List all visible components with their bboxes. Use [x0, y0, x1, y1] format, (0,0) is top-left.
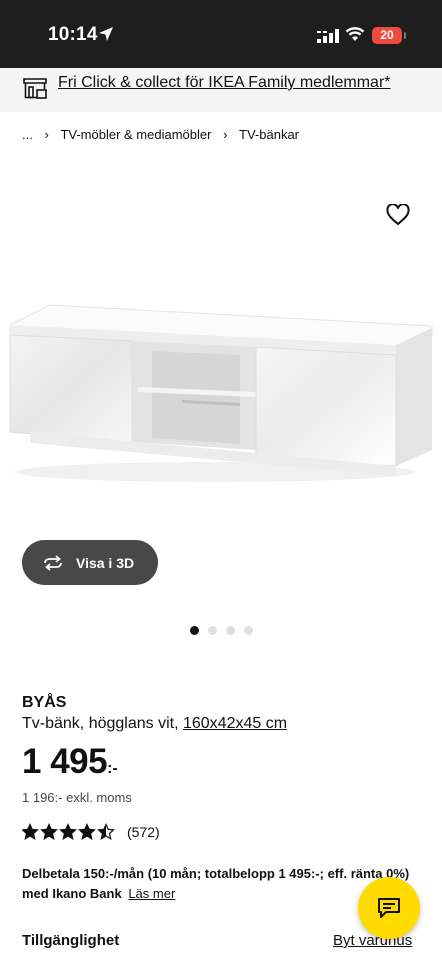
- product-description: Tv-bänk, högglans vit, 160x42x45 cm: [22, 715, 287, 733]
- carousel-dot[interactable]: [244, 626, 253, 635]
- finance-info: Delbetala 150:-/mån (10 mån; totalbelopp…: [22, 864, 412, 904]
- wifi-icon: [345, 27, 365, 41]
- view-3d-button[interactable]: Visa i 3D: [22, 540, 158, 585]
- star-icon: [59, 823, 77, 841]
- status-time: 10:14: [48, 24, 98, 45]
- status-bar: 10:14 20: [0, 0, 442, 68]
- carousel-dot[interactable]: [208, 626, 217, 635]
- star-icon: [97, 823, 115, 841]
- availability-heading: Tillgänglighet: [22, 932, 120, 949]
- signal-icon: [317, 29, 339, 43]
- carousel-dot[interactable]: [226, 626, 235, 635]
- star-icon: [78, 823, 96, 841]
- breadcrumb: ... › TV-möbler & mediamöbler › TV-bänka…: [22, 127, 299, 142]
- chat-icon: [378, 898, 400, 918]
- finance-read-more-link[interactable]: Läs mer: [128, 886, 175, 901]
- battery-cap: [404, 32, 406, 39]
- rating-stars: [22, 823, 115, 841]
- finance-text: Delbetala 150:-/mån (10 mån; totalbelopp…: [22, 866, 410, 901]
- breadcrumb-ellipsis[interactable]: ...: [22, 127, 33, 142]
- breadcrumb-item-tv-benches[interactable]: TV-bänkar: [239, 127, 299, 142]
- breadcrumb-item-tv-furniture[interactable]: TV-möbler & mediamöbler: [60, 127, 211, 142]
- product-dimensions-link[interactable]: 160x42x45 cm: [183, 715, 287, 732]
- carousel-dot[interactable]: [190, 626, 199, 635]
- battery-icon: 20: [372, 27, 402, 44]
- store-icon: [23, 78, 47, 99]
- price: 1 495:-: [22, 742, 118, 782]
- rotate-icon: [44, 554, 62, 571]
- chat-button[interactable]: [358, 877, 420, 939]
- review-count[interactable]: (572): [127, 824, 160, 840]
- chevron-right-icon: ›: [44, 127, 49, 142]
- star-icon: [40, 823, 58, 841]
- price-suffix: :-: [107, 760, 118, 777]
- view-3d-label: Visa i 3D: [76, 554, 135, 571]
- star-icon: [22, 823, 39, 841]
- product-name: BYÅS: [22, 694, 67, 711]
- product-image[interactable]: [0, 160, 442, 600]
- location-arrow-icon: [99, 27, 113, 41]
- product-type: Tv-bänk, högglans vit,: [22, 715, 179, 732]
- price-excl-vat: 1 196:- exkl. moms: [22, 790, 132, 805]
- promo-banner[interactable]: Fri Click & collect för IKEA Family medl…: [0, 68, 442, 112]
- promo-link[interactable]: Fri Click & collect för IKEA Family medl…: [58, 74, 391, 92]
- price-value: 1 495: [22, 742, 108, 781]
- chevron-right-icon: ›: [223, 127, 228, 142]
- heart-icon[interactable]: [386, 204, 410, 226]
